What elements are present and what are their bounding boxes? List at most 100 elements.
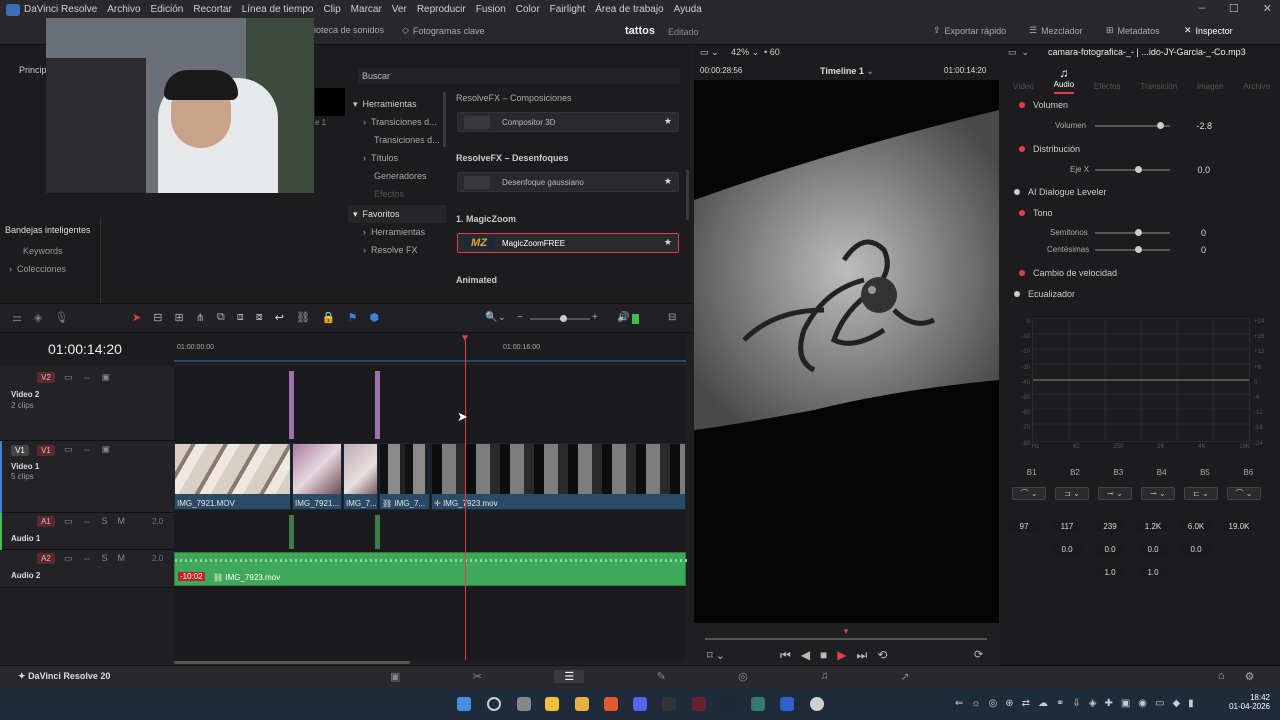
- zoom-out-icon[interactable]: −: [517, 312, 523, 323]
- v1-clip-3[interactable]: IMG_7...: [343, 443, 378, 510]
- menu-linea-tiempo[interactable]: Línea de tiempo: [242, 4, 314, 15]
- tab-imagen[interactable]: Imagen: [1197, 66, 1224, 94]
- v1-clip-1[interactable]: IMG_7921.MOV: [174, 443, 291, 510]
- close-icon[interactable]: ✕: [1263, 2, 1272, 15]
- menu-reproducir[interactable]: Reproducir: [417, 4, 466, 15]
- auto-select-icon[interactable]: ⇔: [83, 372, 92, 383]
- flag-icon[interactable]: ⚑: [348, 311, 358, 324]
- trim-tool-icon[interactable]: ⊟: [153, 311, 162, 324]
- fairlight-page-icon[interactable]: ♫: [820, 670, 828, 683]
- eje-x-slider[interactable]: [1095, 166, 1170, 173]
- fx-compositor-3d[interactable]: Compositor 3D ★: [457, 112, 679, 132]
- settings-gear-icon[interactable]: ⚙: [1245, 670, 1255, 683]
- quick-export-button[interactable]: ⇪ Exportar rápido: [933, 25, 1006, 36]
- track-v2-name[interactable]: Video 2: [11, 390, 39, 399]
- eq-band5-type[interactable]: ⊏ ⌄: [1184, 487, 1218, 500]
- brave-icon[interactable]: [604, 697, 618, 711]
- playhead[interactable]: [465, 340, 466, 660]
- menu-area-trabajo[interactable]: Área de trabajo: [595, 4, 663, 15]
- menu-ayuda[interactable]: Ayuda: [674, 4, 702, 15]
- color-page-icon[interactable]: ◎: [738, 670, 748, 683]
- auto-select-icon[interactable]: ⇔: [83, 516, 92, 527]
- tree-generadores[interactable]: Generadores: [374, 171, 427, 181]
- track-source-v1[interactable]: V1: [11, 445, 29, 456]
- skip-start-icon[interactable]: ⏮: [780, 648, 791, 663]
- enable-dot-icon[interactable]: [1019, 270, 1025, 276]
- cut-page-icon[interactable]: ✂: [473, 670, 482, 683]
- play-reverse-icon[interactable]: ◀: [801, 648, 810, 663]
- blade-tool-icon[interactable]: ⊞: [174, 311, 183, 324]
- eq-gain-2[interactable]: 0.0: [1052, 545, 1082, 554]
- tree-efectos[interactable]: Efectos: [374, 189, 404, 199]
- clock[interactable]: 18:42 01-04-2026: [1220, 693, 1270, 711]
- edit-page-icon[interactable]: ☰: [554, 670, 585, 683]
- volumen-slider[interactable]: [1095, 122, 1170, 129]
- windows-start-icon[interactable]: [457, 697, 471, 711]
- replace-icon[interactable]: ⧇: [256, 311, 263, 324]
- section-tono[interactable]: Tono: [1003, 208, 1280, 218]
- eq-band2-type[interactable]: ⊐ ⌄: [1055, 487, 1089, 500]
- crop-icon[interactable]: ⌑ ⌄: [707, 649, 725, 662]
- zoom-in-icon[interactable]: +: [592, 312, 598, 323]
- link-icon[interactable]: ⛓: [296, 311, 310, 324]
- eq-freq-4[interactable]: 1.2K: [1138, 522, 1168, 531]
- section-ai-leveler[interactable]: AI Dialogue Leveler: [1003, 187, 1280, 197]
- collections-bin[interactable]: › Colecciones: [9, 264, 66, 274]
- menu-edicion[interactable]: Edición: [151, 4, 184, 15]
- track-id-v1[interactable]: V1: [37, 445, 55, 456]
- search-icon[interactable]: [487, 697, 501, 711]
- system-tray-icons[interactable]: ⇐☼◎⊕⇄☁⚭⇩◈✚▣◉▭◆▮: [955, 698, 1202, 709]
- centesimas-value[interactable]: 0: [1180, 245, 1206, 255]
- lock-icon[interactable]: ▭: [64, 516, 73, 527]
- fx-desenfoque-gaussiano[interactable]: Desenfoque gaussiano ★: [457, 172, 679, 192]
- solo-button[interactable]: S: [102, 553, 108, 564]
- section-distribucion[interactable]: Distribución: [1003, 144, 1280, 154]
- marker-icon[interactable]: ⬢: [370, 311, 380, 324]
- app-icon[interactable]: [692, 697, 706, 711]
- eq-freq-3[interactable]: 239: [1095, 522, 1125, 531]
- lock-icon[interactable]: ▭: [64, 553, 73, 564]
- section-ecualizador[interactable]: Ecualizador: [1003, 289, 1280, 299]
- track-id-a1[interactable]: A1: [37, 516, 55, 527]
- eq-band6-type[interactable]: ⌒ ⌄: [1227, 487, 1261, 500]
- scrubber-playhead-icon[interactable]: ▼: [842, 627, 850, 636]
- eq-band1-type[interactable]: ⌒ ⌄: [1012, 487, 1046, 500]
- playhead-handle-icon[interactable]: ▼: [460, 333, 470, 344]
- lock-icon[interactable]: ▭: [64, 372, 73, 383]
- enable-dot-icon[interactable]: [1014, 291, 1020, 297]
- viewer-zoom[interactable]: ▭ ⌄ 42% ⌄ • 60: [700, 47, 780, 58]
- effects-search-input[interactable]: Buscar: [358, 68, 680, 84]
- overwrite-icon[interactable]: ⧈: [237, 311, 244, 324]
- tree-transiciones-2[interactable]: Transiciones d...: [374, 135, 440, 145]
- maximize-icon[interactable]: ☐: [1229, 2, 1239, 15]
- enable-dot-icon[interactable]: [1019, 102, 1025, 108]
- semitonos-slider[interactable]: [1095, 229, 1170, 236]
- timeline-name[interactable]: Timeline 1 ⌄: [820, 66, 874, 77]
- tab-video[interactable]: Vídeo: [1013, 66, 1034, 94]
- track-id-v2[interactable]: V2: [37, 372, 55, 383]
- obs-icon[interactable]: [810, 697, 824, 711]
- eq-gain-3[interactable]: 0.0: [1095, 545, 1125, 554]
- eq-freq-2[interactable]: 117: [1052, 522, 1082, 531]
- a1-clip-1[interactable]: [289, 515, 294, 549]
- media-page-icon[interactable]: ▣: [390, 670, 400, 683]
- keywords-bin[interactable]: Keywords: [23, 246, 63, 256]
- menu-recortar[interactable]: Recortar: [193, 4, 231, 15]
- eq-graph[interactable]: [1032, 318, 1250, 442]
- tree-titulos[interactable]: › Títulos: [363, 153, 398, 163]
- inspector-button[interactable]: ✕ Inspector: [1184, 25, 1233, 36]
- v2-clip-2[interactable]: [375, 371, 380, 439]
- layout-icon[interactable]: ⚌: [12, 311, 22, 324]
- menu-archivo[interactable]: Archivo: [107, 4, 140, 15]
- epic-games-icon[interactable]: [662, 697, 676, 711]
- dynamic-trim-icon[interactable]: ⋔: [196, 311, 205, 324]
- toggle-video-icon[interactable]: ▣: [102, 444, 111, 455]
- auto-select-icon[interactable]: ⇔: [83, 553, 92, 564]
- centesimas-slider[interactable]: [1095, 246, 1170, 253]
- zoom-icon[interactable]: 🔍⌄: [485, 312, 506, 323]
- match-frame-icon[interactable]: ⟳: [974, 648, 983, 661]
- track-id-a2[interactable]: A2: [37, 553, 55, 564]
- mute-button[interactable]: M: [118, 553, 126, 564]
- fav-resolve-fx[interactable]: › Resolve FX: [363, 245, 418, 255]
- insert-icon[interactable]: ⧉: [217, 311, 225, 324]
